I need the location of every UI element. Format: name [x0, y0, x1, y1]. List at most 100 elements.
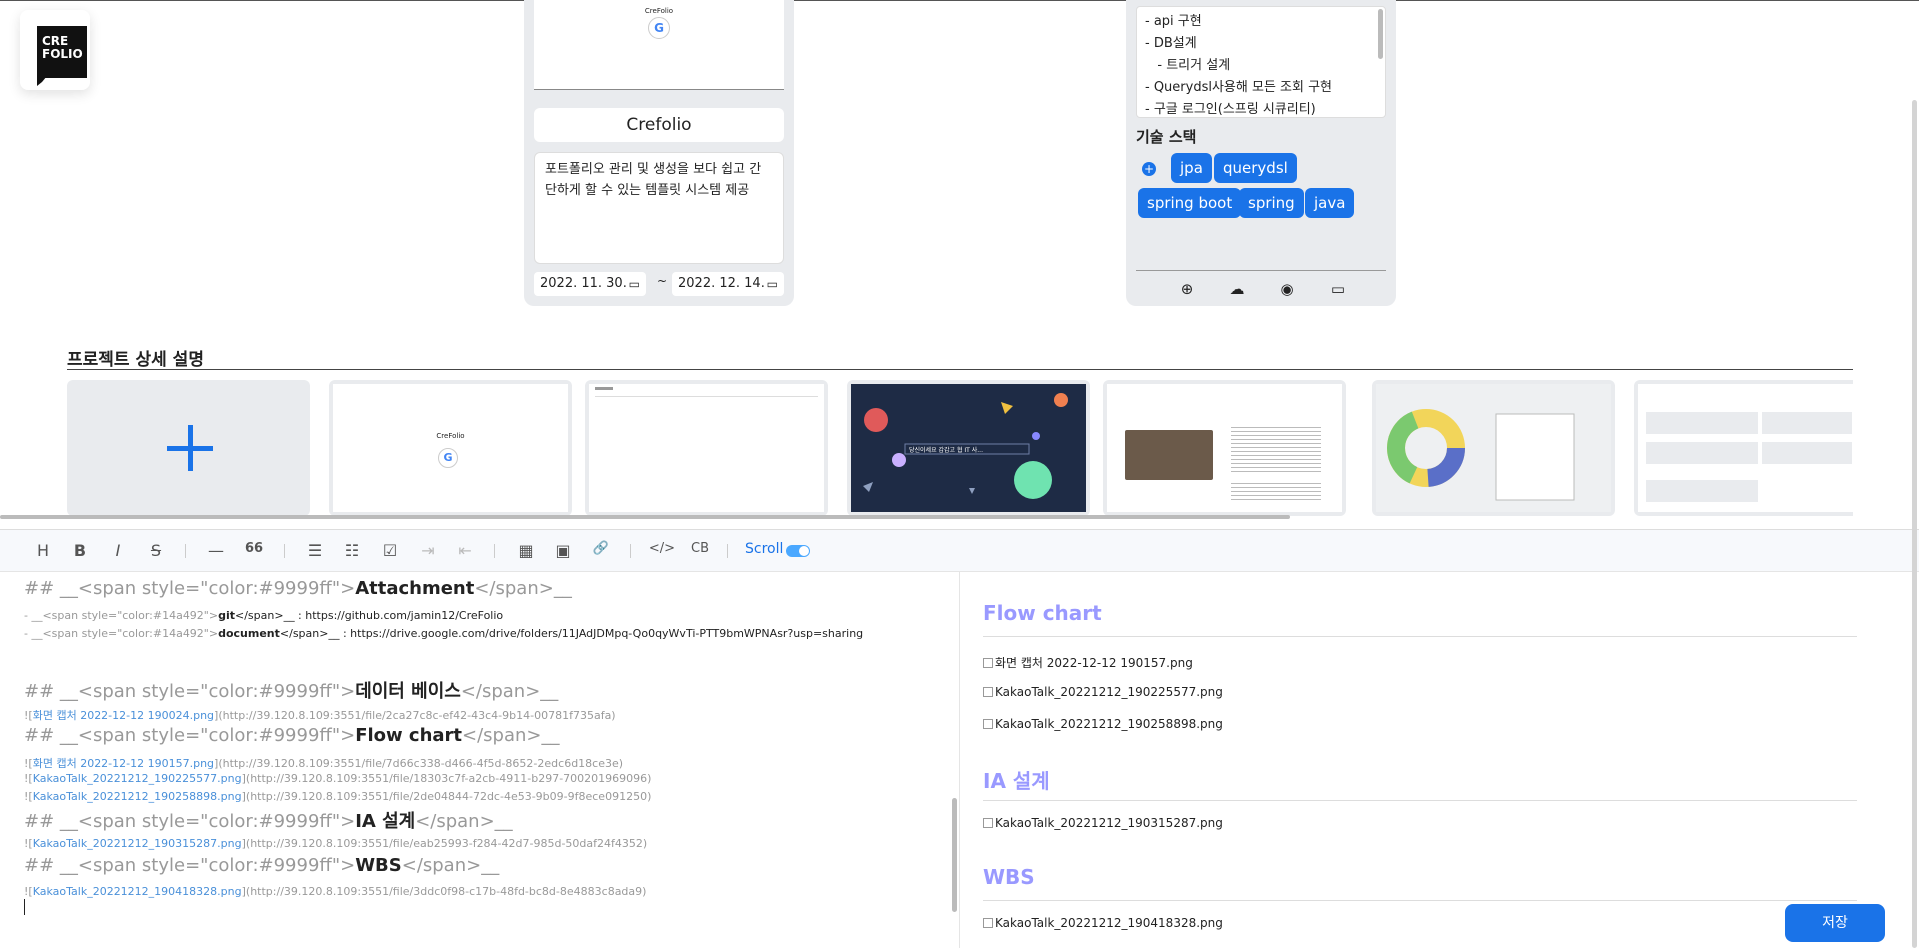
slide-rule [595, 396, 818, 397]
bullet-list-button[interactable]: ☰ [303, 541, 327, 561]
scroll-sync-toggle[interactable] [786, 545, 810, 557]
slide-dark-intro[interactable]: 당신이세요 갑갑고 협 IT 사... [847, 380, 1090, 516]
toolbar-separator [185, 544, 186, 558]
slide-strip-scrollbar[interactable] [0, 515, 1290, 519]
md-document-line: - __<span style="color:#14a492">document… [24, 627, 863, 640]
codeblock-button[interactable]: CB [688, 541, 712, 561]
tech-chip-spring[interactable]: spring [1239, 188, 1304, 218]
md-heading-flowchart: ## __<span style="color:#9999ff">Flow ch… [24, 725, 560, 746]
editor-toolbar: H B I S — 66 ☰ ☷ ☑ ⇥ ⇤ ▦ ▣ 🔗 </> CB Scro… [0, 530, 1919, 572]
indent-button[interactable]: ⇥ [416, 541, 440, 561]
table-button[interactable]: ▦ [514, 541, 538, 561]
md-image-url: (http://39.120.8.109:3551/file/2de04844-… [245, 790, 652, 803]
outdent-button[interactable]: ⇤ [453, 541, 477, 561]
grid-block [1646, 480, 1758, 502]
role-notes-textarea[interactable]: - api 구현 - DB설계 - 트리거 설계 - Querydsl사용해 모… [1136, 6, 1386, 118]
preview-heading-wbs: WBS [983, 865, 1035, 889]
md-syntax: ! [24, 790, 29, 803]
md-heading-text: Attachment [355, 578, 475, 599]
detail-divider [67, 369, 1853, 370]
md-image-alt: KakaoTalk_20221212_190315287.png [32, 837, 242, 850]
md-image-link: ![KakaoTalk_20221212_190258898.png](http… [24, 790, 652, 803]
slide-header-mark [595, 387, 613, 390]
calendar-icon[interactable]: ▭ [767, 272, 778, 296]
github-icon[interactable]: ◉ [1277, 280, 1297, 298]
hr-button[interactable]: — [204, 541, 228, 561]
source-scrollbar[interactable] [952, 798, 957, 912]
md-value: </span>__ : https://drive.google.com/dri… [279, 627, 864, 640]
md-key: document [218, 627, 280, 640]
md-syntax: ! [24, 885, 29, 898]
markdown-source-pane[interactable]: ## __<span style="color:#9999ff">Attachm… [0, 572, 960, 948]
italic-button[interactable]: I [106, 541, 130, 561]
monitor-icon[interactable]: ▭ [1328, 280, 1348, 298]
toolbar-separator [727, 544, 728, 558]
notes-scrollbar[interactable] [1378, 9, 1383, 59]
page-scrollbar[interactable] [1912, 100, 1917, 948]
bold-button[interactable]: B [68, 541, 92, 561]
project-thumbnail[interactable]: CreFolio G [534, 0, 784, 90]
tech-stack-card: - api 구현 - DB설계 - 트리거 설계 - Querydsl사용해 모… [1126, 0, 1396, 306]
detail-section-title: 프로젝트 상세 설명 [67, 350, 204, 370]
md-heading-text: IA 설계 [355, 811, 416, 832]
note-line: - 트리거 설계 [1145, 58, 1231, 73]
tech-chip-java[interactable]: java [1305, 188, 1355, 218]
add-slide-button[interactable] [67, 380, 310, 516]
profile-photo [1125, 430, 1213, 480]
profile-text-block [1231, 424, 1321, 474]
calendar-icon[interactable]: ▭ [629, 272, 640, 296]
md-heading-text: 데이터 베이스 [355, 681, 461, 702]
heading-button[interactable]: H [31, 541, 55, 561]
code-button[interactable]: </> [647, 541, 677, 561]
preview-broken-image: KakaoTalk_20221212_190315287.png [983, 816, 1223, 830]
save-button[interactable]: 저장 [1785, 904, 1885, 942]
md-syntax: ## __<span style="color:#9999ff"> [24, 725, 356, 746]
strike-button[interactable]: S [144, 541, 168, 561]
plus-circle-icon[interactable]: ⊕ [1177, 280, 1197, 298]
preview-heading-rule [983, 636, 1857, 637]
grid-block [1762, 412, 1852, 434]
preview-heading-flowchart: Flow chart [983, 601, 1102, 625]
add-tech-icon[interactable]: + [1142, 162, 1156, 176]
md-image-url: (http://39.120.8.109:3551/file/7d66c338-… [218, 757, 624, 770]
image-button[interactable]: ▣ [551, 541, 575, 561]
preview-broken-image: KakaoTalk_20221212_190258898.png [983, 717, 1223, 731]
end-date-input[interactable]: 2022. 12. 14. ▭ [672, 272, 784, 296]
link-button[interactable]: 🔗 [589, 541, 613, 561]
tech-chip-jpa[interactable]: jpa [1171, 153, 1212, 183]
slide-donut-art [1387, 409, 1575, 501]
md-heading-text: WBS [355, 855, 402, 876]
md-heading-ia: ## __<span style="color:#9999ff">IA 설계</… [24, 807, 513, 833]
broken-image-icon [983, 719, 993, 729]
tech-chip-spring-boot[interactable]: spring boot [1138, 188, 1242, 218]
project-title-input[interactable]: Crefolio [534, 108, 784, 142]
tech-card-action-bar: ⊕ ☁ ◉ ▭ [1136, 270, 1386, 306]
ordered-list-button[interactable]: ☷ [340, 541, 364, 561]
logo-card[interactable]: CRE FOLIO [20, 10, 90, 90]
slide-blank-page[interactable] [585, 380, 828, 516]
md-image-link: ![KakaoTalk_20221212_190315287.png](http… [24, 837, 648, 850]
preview-heading-ia: IA 설계 [983, 769, 1050, 793]
broken-image-icon [983, 918, 993, 928]
toggle-knob [799, 546, 809, 556]
md-syntax: - __<span style="color:#14a492"> [24, 609, 219, 622]
md-syntax: ## __<span style="color:#9999ff"> [24, 578, 356, 599]
task-list-button[interactable]: ☑ [378, 541, 402, 561]
note-line: - Querydsl사용해 모든 조회 구현 [1145, 80, 1333, 95]
slide-google-login[interactable]: CreFolio G [329, 380, 572, 516]
cloud-icon[interactable]: ☁ [1227, 280, 1247, 298]
slide-grid-layout[interactable] [1634, 380, 1853, 516]
slide-profile[interactable] [1103, 380, 1346, 516]
note-line: - 구글 로그인(스프링 시큐리티) [1145, 102, 1316, 117]
md-image-link: ![화면 캡처 2022-12-12 190024.png](http://39… [24, 709, 616, 722]
tech-chip-querydsl[interactable]: querydsl [1214, 153, 1297, 183]
quote-button[interactable]: 66 [242, 541, 266, 561]
md-syntax: </span>__ [462, 725, 560, 746]
md-image-url: (http://39.120.8.109:3551/file/3ddc0f98-… [245, 885, 647, 898]
project-description-textarea[interactable]: 포트폴리오 관리 및 생성을 보다 쉽고 간단하게 할 수 있는 템플릿 시스템… [534, 152, 784, 264]
start-date-input[interactable]: 2022. 11. 30. ▭ [534, 272, 646, 296]
md-heading-text: Flow chart [355, 725, 463, 746]
md-image-alt: KakaoTalk_20221212_190225577.png [32, 772, 242, 785]
slide-donut-chart[interactable] [1372, 380, 1615, 516]
slide-crefolio-label: CreFolio [436, 432, 465, 440]
